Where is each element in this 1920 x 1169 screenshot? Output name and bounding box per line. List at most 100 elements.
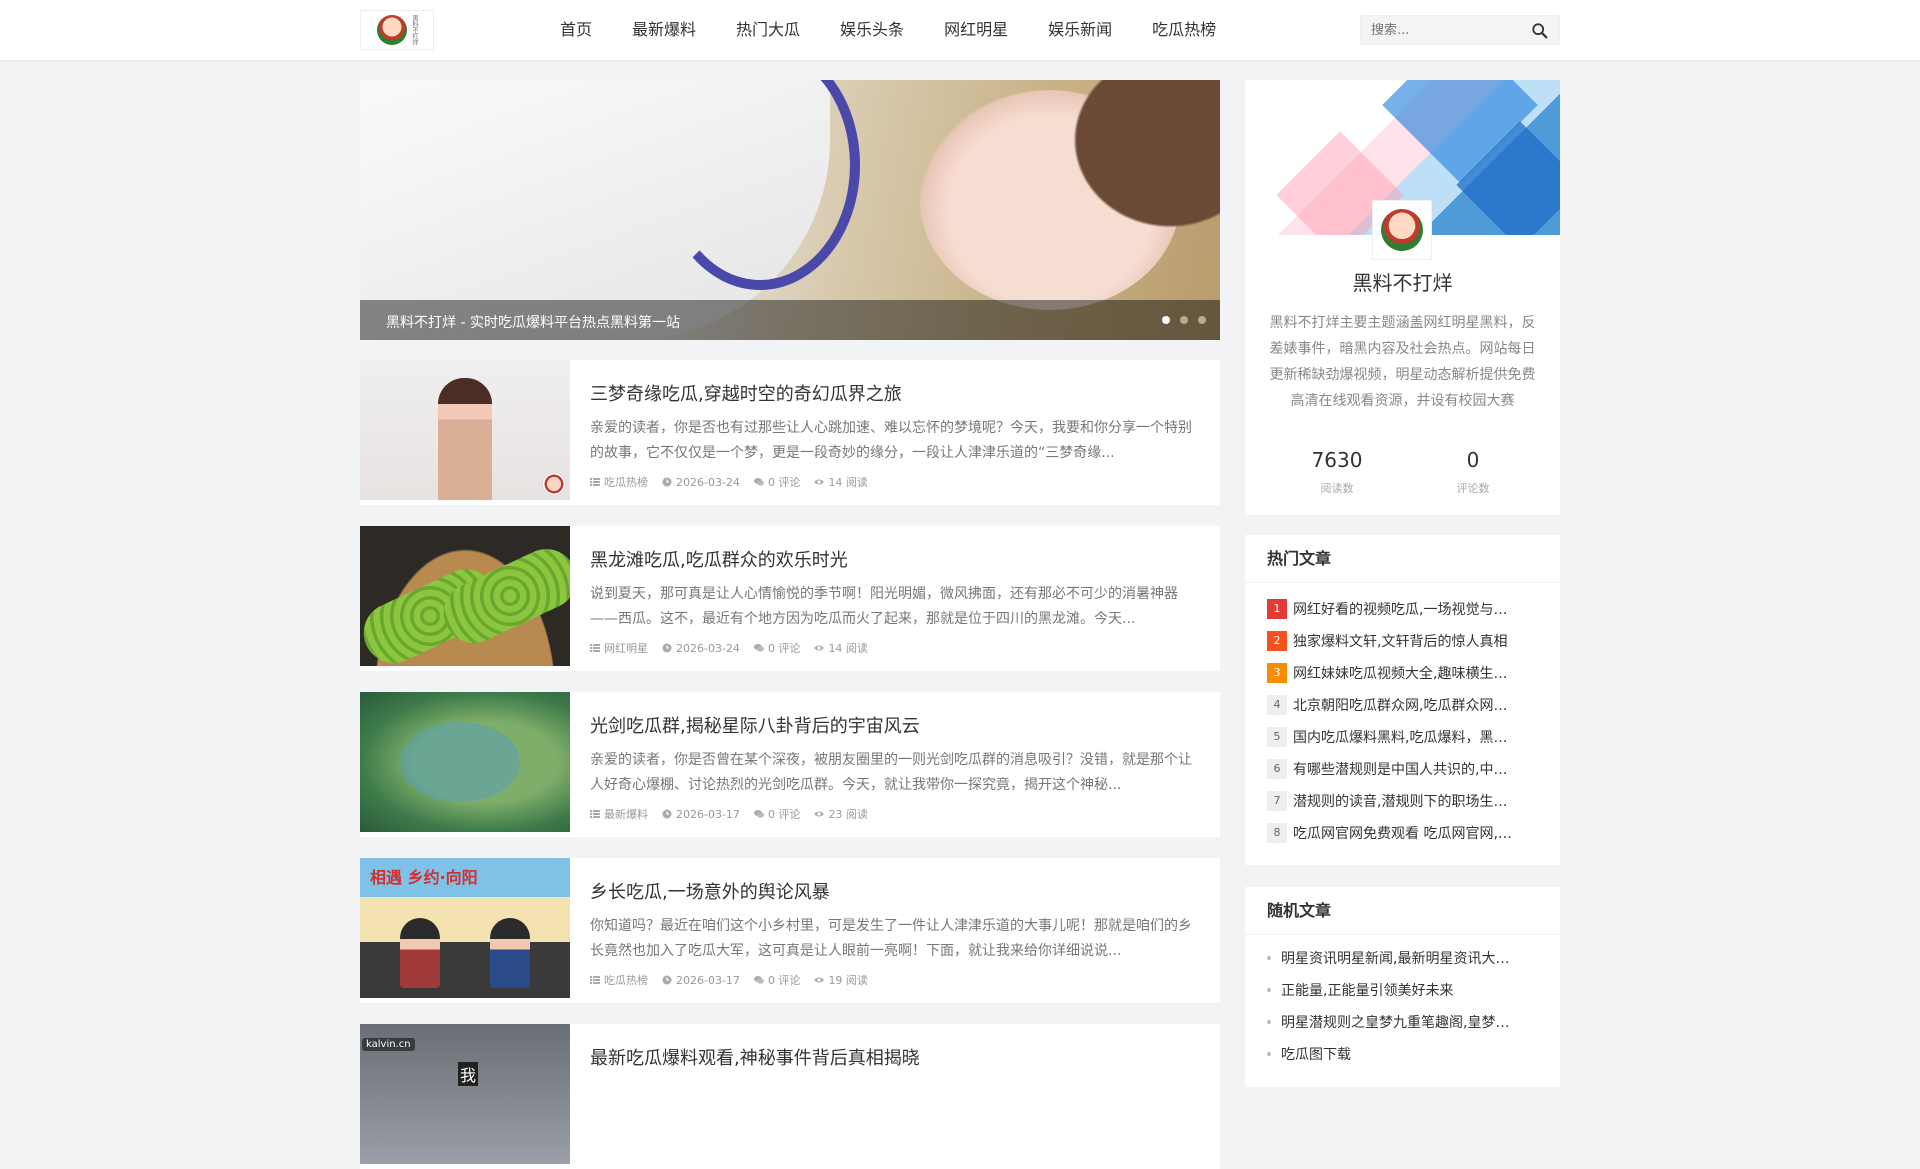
- clock-icon: [662, 975, 672, 985]
- search-input[interactable]: [1361, 16, 1521, 44]
- article-title[interactable]: 黑龙滩吃瓜,吃瓜群众的欢乐时光: [590, 546, 848, 572]
- article-card: 相遇 乡约·向阳 乡长吃瓜,一场意外的舆论风暴 你知道吗？最近在咱们这个小乡村里…: [360, 858, 1220, 1003]
- article-comments[interactable]: 0 评论: [753, 474, 800, 490]
- hot-article-title[interactable]: 国内吃瓜爆料黑料,吃瓜爆料，黑…: [1293, 727, 1507, 747]
- eye-icon: [814, 811, 825, 817]
- hot-article-title[interactable]: 吃瓜网官网免费观看 吃瓜网官网,…: [1293, 823, 1512, 843]
- article-comments[interactable]: 0 评论: [753, 972, 801, 988]
- article-comments[interactable]: 0 评论: [753, 640, 800, 656]
- slide-caption[interactable]: 黑料不打烊 - 实时吃瓜爆料平台热点黑料第一站: [386, 312, 680, 332]
- random-article-title[interactable]: 吃瓜图下载: [1281, 1044, 1351, 1064]
- article-title[interactable]: 光剑吃瓜群,揭秘星际八卦背后的宇宙风云: [590, 712, 920, 738]
- article-thumbnail[interactable]: 相遇 乡约·向阳: [360, 858, 570, 998]
- rank-badge: 4: [1267, 695, 1287, 715]
- stat-reads: 7630 阅读数: [1267, 448, 1407, 496]
- rank-badge: 6: [1267, 759, 1287, 779]
- comments-label: 0 评论: [767, 974, 801, 987]
- random-article-item[interactable]: 吃瓜图下载: [1267, 1044, 1547, 1064]
- rank-badge: 8: [1267, 823, 1287, 843]
- random-article-title[interactable]: 正能量,正能量引领美好未来: [1281, 980, 1453, 1000]
- article-title[interactable]: 三梦奇缘吃瓜,穿越时空的奇幻瓜界之旅: [590, 380, 902, 406]
- article-category[interactable]: 吃瓜热榜: [590, 972, 648, 988]
- random-article-title[interactable]: 明星资讯明星新闻,最新明星资讯大…: [1281, 948, 1509, 968]
- clock-icon: [662, 477, 672, 487]
- article-comments[interactable]: 0 评论: [753, 806, 800, 822]
- slider-dot[interactable]: [1162, 316, 1170, 324]
- rank-badge: 7: [1267, 791, 1287, 811]
- nav-item-latest[interactable]: 最新爆料: [612, 0, 716, 60]
- random-article-item[interactable]: 明星潜规则之皇梦九重笔趣阁,皇梦…: [1267, 1012, 1547, 1032]
- nav-item-ranking[interactable]: 吃瓜热榜: [1132, 0, 1236, 60]
- site-logo[interactable]: 黑料不打烊: [360, 10, 434, 50]
- hot-article-item[interactable]: 2 独家爆料文轩,文轩背后的惊人真相: [1267, 631, 1547, 651]
- clock-icon: [662, 809, 672, 819]
- date-label: 2026-03-24: [676, 475, 740, 489]
- date-label: 2026-03-24: [676, 641, 740, 655]
- bullet-icon: [1267, 956, 1271, 960]
- search-box: [1360, 15, 1560, 45]
- article-meta: 吃瓜热榜 2026-03-17 0 评论 19 阅读: [590, 972, 868, 988]
- list-icon: [590, 976, 600, 984]
- search-icon[interactable]: [1531, 22, 1549, 40]
- clock-icon: [662, 643, 672, 653]
- category-label: 网红明星: [604, 642, 648, 655]
- nav-item-news[interactable]: 娱乐新闻: [1028, 0, 1132, 60]
- views-label: 23 阅读: [828, 808, 868, 821]
- profile-card: 黑料不打烊 黑料不打烊主要主题涵盖网红明星黑料，反差婊事件，暗黑内容及社会热点。…: [1245, 80, 1560, 515]
- hot-article-item[interactable]: 4 北京朝阳吃瓜群众网,吃瓜群众网…: [1267, 695, 1547, 715]
- stat-value: 7630: [1311, 448, 1363, 472]
- comment-icon: [753, 810, 764, 818]
- random-article-title[interactable]: 明星潜规则之皇梦九重笔趣阁,皇梦…: [1281, 1012, 1509, 1032]
- slider-dot[interactable]: [1198, 316, 1206, 324]
- article-date: 2026-03-24: [662, 476, 740, 489]
- hot-article-item[interactable]: 3 网红妹妹吃瓜视频大全,趣味横生…: [1267, 663, 1547, 683]
- hot-article-title[interactable]: 有哪些潜规则是中国人共识的,中…: [1293, 759, 1507, 779]
- hot-article-title[interactable]: 网红好看的视频吃瓜,一场视觉与…: [1293, 599, 1507, 619]
- random-article-item[interactable]: 明星资讯明星新闻,最新明星资讯大…: [1267, 948, 1547, 968]
- comment-icon: [753, 644, 764, 652]
- hot-article-item[interactable]: 8 吃瓜网官网免费观看 吃瓜网官网,…: [1267, 823, 1547, 843]
- article-category[interactable]: 吃瓜热榜: [590, 474, 648, 490]
- hot-article-title[interactable]: 潜规则的读音,潜规则下的职场生…: [1293, 791, 1507, 811]
- article-thumbnail[interactable]: [360, 526, 570, 666]
- random-article-item[interactable]: 正能量,正能量引领美好未来: [1267, 980, 1547, 1000]
- article-thumbnail[interactable]: [360, 360, 570, 500]
- article-views: 19 阅读: [814, 972, 868, 988]
- article-card: kalvin.cn 我 最新吃瓜爆料观看,神秘事件背后真相揭晓: [360, 1024, 1220, 1169]
- slider-dots: [1162, 316, 1206, 324]
- comment-icon: [753, 976, 764, 984]
- article-title[interactable]: 最新吃瓜爆料观看,神秘事件背后真相揭晓: [590, 1044, 920, 1070]
- article-meta: 最新爆料 2026-03-17 0 评论 23 阅读: [590, 806, 868, 822]
- article-thumbnail[interactable]: kalvin.cn 我: [360, 1024, 570, 1164]
- hot-article-item[interactable]: 7 潜规则的读音,潜规则下的职场生…: [1267, 791, 1547, 811]
- nav-item-home[interactable]: 首页: [540, 0, 612, 60]
- eye-icon: [814, 977, 825, 983]
- hot-article-item[interactable]: 5 国内吃瓜爆料黑料,吃瓜爆料，黑…: [1267, 727, 1547, 747]
- article-thumbnail[interactable]: [360, 692, 570, 832]
- article-excerpt: 亲爱的读者，你是否也有过那些让人心跳加速、难以忘怀的梦境呢？今天，我要和你分享一…: [590, 420, 1192, 461]
- article-category[interactable]: 网红明星: [590, 640, 648, 656]
- hero-slider[interactable]: 黑料不打烊 - 实时吃瓜爆料平台热点黑料第一站: [360, 80, 1220, 340]
- hot-article-title[interactable]: 独家爆料文轩,文轩背后的惊人真相: [1293, 631, 1507, 651]
- article-title[interactable]: 乡长吃瓜,一场意外的舆论风暴: [590, 878, 830, 904]
- hot-article-item[interactable]: 6 有哪些潜规则是中国人共识的,中…: [1267, 759, 1547, 779]
- slider-dot[interactable]: [1180, 316, 1188, 324]
- hot-article-title[interactable]: 网红妹妹吃瓜视频大全,趣味横生…: [1293, 663, 1507, 683]
- main-nav: 首页 最新爆料 热门大瓜 娱乐头条 网红明星 娱乐新闻 吃瓜热榜: [540, 0, 1236, 60]
- nav-item-hot[interactable]: 热门大瓜: [716, 0, 820, 60]
- article-category[interactable]: 最新爆料: [590, 806, 648, 822]
- category-label: 吃瓜热榜: [604, 476, 648, 489]
- logo-mascot-icon: [377, 15, 407, 45]
- avatar[interactable]: [1372, 200, 1432, 260]
- article-card: 三梦奇缘吃瓜,穿越时空的奇幻瓜界之旅 亲爱的读者，你是否也有过那些让人心跳加速、…: [360, 360, 1220, 505]
- category-label: 最新爆料: [604, 808, 648, 821]
- bullet-icon: [1267, 988, 1271, 992]
- nav-item-headlines[interactable]: 娱乐头条: [820, 0, 924, 60]
- article-views: 14 阅读: [814, 640, 868, 656]
- hot-article-item[interactable]: 1 网红好看的视频吃瓜,一场视觉与…: [1267, 599, 1547, 619]
- nav-item-stars[interactable]: 网红明星: [924, 0, 1028, 60]
- hot-article-title[interactable]: 北京朝阳吃瓜群众网,吃瓜群众网…: [1293, 695, 1507, 715]
- hot-articles-widget: 热门文章 1 网红好看的视频吃瓜,一场视觉与… 2 独家爆料文轩,文轩背后的惊人真相…: [1245, 535, 1560, 865]
- stat-label: 评论数: [1456, 482, 1490, 495]
- bullet-icon: [1267, 1020, 1271, 1024]
